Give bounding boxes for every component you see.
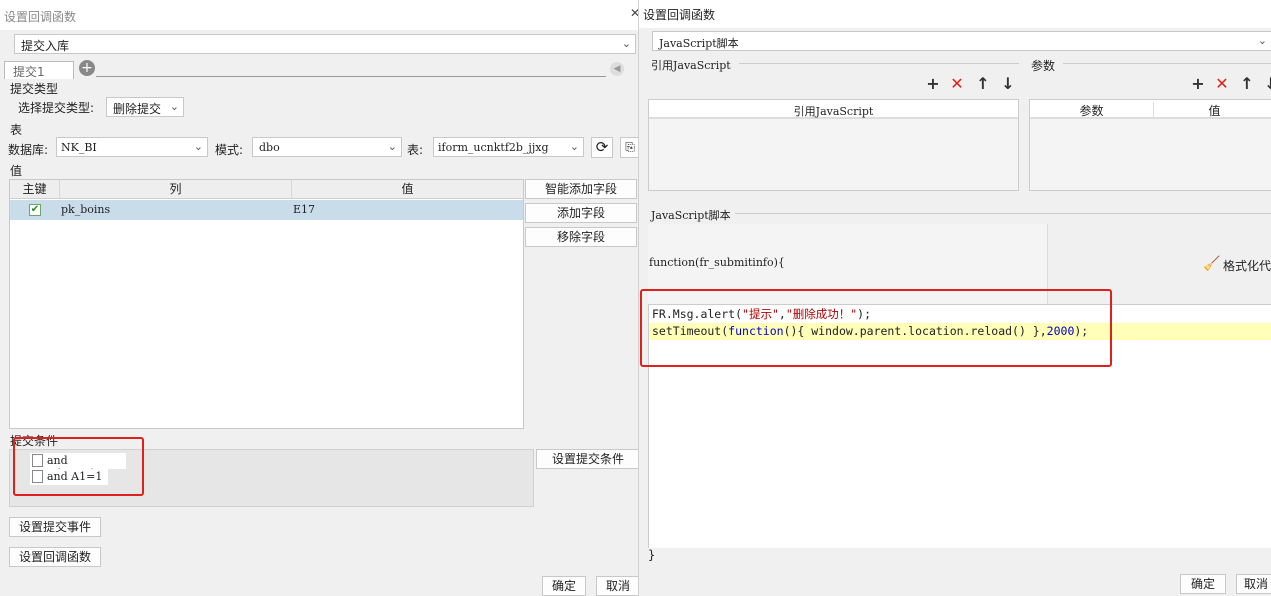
move-up-param-icon[interactable]: ↑ [1239, 76, 1255, 92]
right-ok-button[interactable]: 确定 [1180, 574, 1226, 594]
smart-add-field-button[interactable]: 智能添加字段 [525, 179, 637, 199]
row-column-name: pk_boins [61, 203, 111, 216]
move-down-icon[interactable]: ↓ [1000, 76, 1016, 92]
closing-brace: } [648, 548, 656, 562]
delete-icon[interactable]: ✕ [949, 76, 965, 92]
script-type-combo[interactable]: JavaScript脚本 ⌄ [652, 31, 1271, 51]
broom-icon[interactable]: 🧹 [1203, 256, 1220, 272]
params-header-value[interactable]: 值 [1156, 102, 1271, 119]
right-cancel-button[interactable]: 取消 [1236, 574, 1271, 594]
tab-scroll-left-icon[interactable]: ◀ [610, 62, 624, 76]
section-table: 表 [10, 123, 23, 137]
choose-type-label: 选择提交类型: [18, 101, 95, 115]
ref-js-label: 引用JavaScript [651, 59, 731, 72]
ref-js-table-header: 引用JavaScript [649, 100, 1018, 119]
ref-js-table: 引用JavaScript [648, 99, 1019, 191]
red-annotation-box [640, 289, 1112, 367]
left-dialog: 设置回调函数 提交入库 ⌄ 提交1 + ◀ 提交类型 选择提交类型: 删除提交 … [0, 0, 640, 596]
divider [735, 213, 1271, 214]
tab-label: 提交1 [13, 65, 45, 79]
choose-type-value: 删除提交 [113, 102, 162, 116]
right-dialog: 设置回调函数 JavaScript脚本 ⌄ 引用JavaScript 参数 + … [638, 0, 1271, 596]
move-down-param-icon[interactable]: ↓ [1263, 76, 1271, 92]
add-field-button[interactable]: 添加字段 [525, 203, 637, 223]
format-code-button[interactable]: 格式化代 [1223, 257, 1271, 274]
row-value: E17 [293, 203, 316, 216]
mode-value: dbo [259, 141, 280, 154]
submit-type-value: 提交入库 [21, 39, 70, 53]
value-table-header: 主键 列 值 [10, 180, 523, 199]
right-title: 设置回调函数 [643, 8, 716, 22]
chevron-down-icon: ⌄ [387, 139, 397, 153]
section-value: 值 [10, 164, 23, 178]
col-header-column[interactable]: 列 [60, 180, 292, 198]
set-event-button[interactable]: 设置提交事件 [9, 517, 101, 537]
tab-divider [96, 76, 606, 77]
refresh-icon[interactable]: ⟳ [591, 137, 613, 158]
chevron-down-icon: ⌄ [1257, 33, 1267, 47]
section-submit-type: 提交类型 [10, 82, 59, 96]
script-type-value: JavaScript脚本 [659, 37, 739, 50]
preview-icon[interactable]: ⎘ [620, 137, 640, 158]
remove-field-button[interactable]: 移除字段 [525, 227, 637, 247]
left-title: 设置回调函数 [4, 10, 77, 24]
divider [739, 63, 1019, 64]
database-combo[interactable]: NK_BI ⌄ [56, 137, 208, 157]
add-tab-icon[interactable]: + [79, 60, 95, 76]
delete-param-icon[interactable]: ✕ [1214, 76, 1230, 92]
left-ok-button[interactable]: 确定 [542, 576, 586, 596]
left-cancel-button[interactable]: 取消 [596, 576, 640, 596]
col-header-pk[interactable]: 主键 [10, 180, 60, 198]
add-icon[interactable]: + [925, 76, 941, 92]
script-label: JavaScript脚本 [651, 209, 731, 222]
submit-type-combo[interactable]: 提交入库 ⌄ [14, 34, 636, 54]
tab-submit1[interactable]: 提交1 [4, 61, 74, 79]
set-condition-button[interactable]: 设置提交条件 [536, 449, 640, 469]
left-titlebar: 设置回调函数 [0, 0, 640, 30]
chevron-down-icon: ⌄ [621, 36, 631, 50]
table-row[interactable]: ✔ pk_boins E17 [10, 200, 523, 220]
chevron-down-icon: ⌄ [169, 99, 179, 113]
db-label: 数据库: [8, 143, 49, 157]
set-callback-button[interactable]: 设置回调函数 [9, 547, 101, 567]
params-table-header: 参数 值 [1030, 100, 1271, 119]
mode-label: 模式: [215, 143, 244, 157]
function-header: function(fr_submitinfo){ [649, 256, 785, 269]
choose-type-combo[interactable]: 删除提交 ⌄ [106, 97, 184, 117]
add-param-icon[interactable]: + [1190, 76, 1206, 92]
value-table: 主键 列 值 ✔ pk_boins E17 [9, 179, 524, 429]
table-combo[interactable]: iform_ucnktf2b_jjxg ⌄ [433, 137, 584, 157]
table-label: 表: [407, 143, 424, 157]
right-titlebar: 设置回调函数 [639, 0, 1271, 28]
mode-combo[interactable]: dbo ⌄ [252, 137, 402, 157]
database-value: NK_BI [61, 141, 97, 154]
table-value: iform_ucnktf2b_jjxg [438, 141, 549, 154]
red-annotation-box [13, 437, 144, 496]
params-label: 参数 [1031, 59, 1056, 73]
params-header-name[interactable]: 参数 [1030, 102, 1154, 119]
chevron-down-icon: ⌄ [569, 139, 579, 153]
divider [1063, 63, 1271, 64]
chevron-down-icon: ⌄ [193, 139, 203, 153]
params-table: 参数 值 [1029, 99, 1271, 191]
primary-key-checkbox[interactable]: ✔ [29, 204, 41, 216]
ref-js-header[interactable]: 引用JavaScript [649, 103, 1018, 119]
col-header-value[interactable]: 值 [292, 180, 523, 198]
move-up-icon[interactable]: ↑ [975, 76, 991, 92]
